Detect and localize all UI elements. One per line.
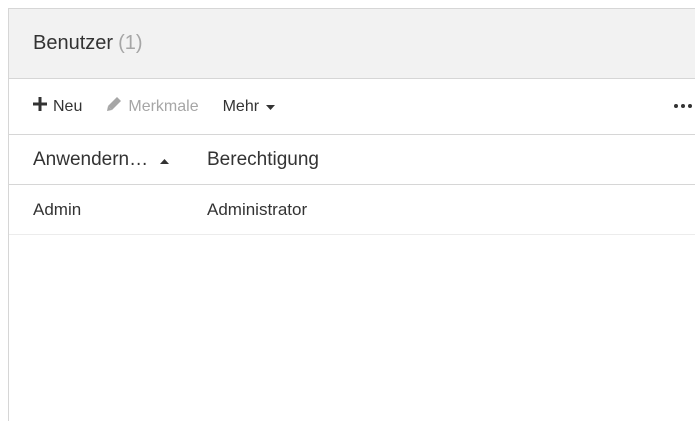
pencil-icon [106, 96, 122, 117]
cell-permission: Administrator [207, 199, 308, 219]
grid-header: Anwendern… Berechtigung [9, 135, 695, 185]
user-count: (1) [118, 32, 143, 54]
more-menu-button[interactable]: Mehr [222, 97, 276, 116]
column-header-username[interactable]: Anwendern… [9, 149, 207, 171]
properties-button-label: Merkmale [128, 97, 199, 115]
table-row[interactable]: Admin Administrator [9, 185, 695, 235]
column-header-permission[interactable]: Berechtigung [207, 149, 319, 171]
cell-username: Admin [33, 199, 82, 219]
plus-icon [33, 97, 47, 116]
panel-title: Benutzer [33, 32, 114, 54]
column-header-username-label: Anwendern… [33, 148, 149, 170]
users-panel: Benutzer (1) Neu Merkmale Mehr Anwendern… [8, 8, 695, 421]
panel-header: Benutzer (1) [9, 9, 695, 79]
chevron-down-icon [266, 98, 276, 116]
sort-ascending-icon [160, 149, 170, 171]
more-menu-label: Mehr [222, 97, 260, 115]
new-button-label: Neu [53, 97, 83, 115]
new-button[interactable]: Neu [33, 97, 82, 116]
ellipsis-icon[interactable] [673, 96, 693, 116]
column-header-permission-label: Berechtigung [207, 148, 319, 170]
toolbar: Neu Merkmale Mehr [9, 79, 695, 135]
properties-button[interactable]: Merkmale [106, 96, 199, 117]
